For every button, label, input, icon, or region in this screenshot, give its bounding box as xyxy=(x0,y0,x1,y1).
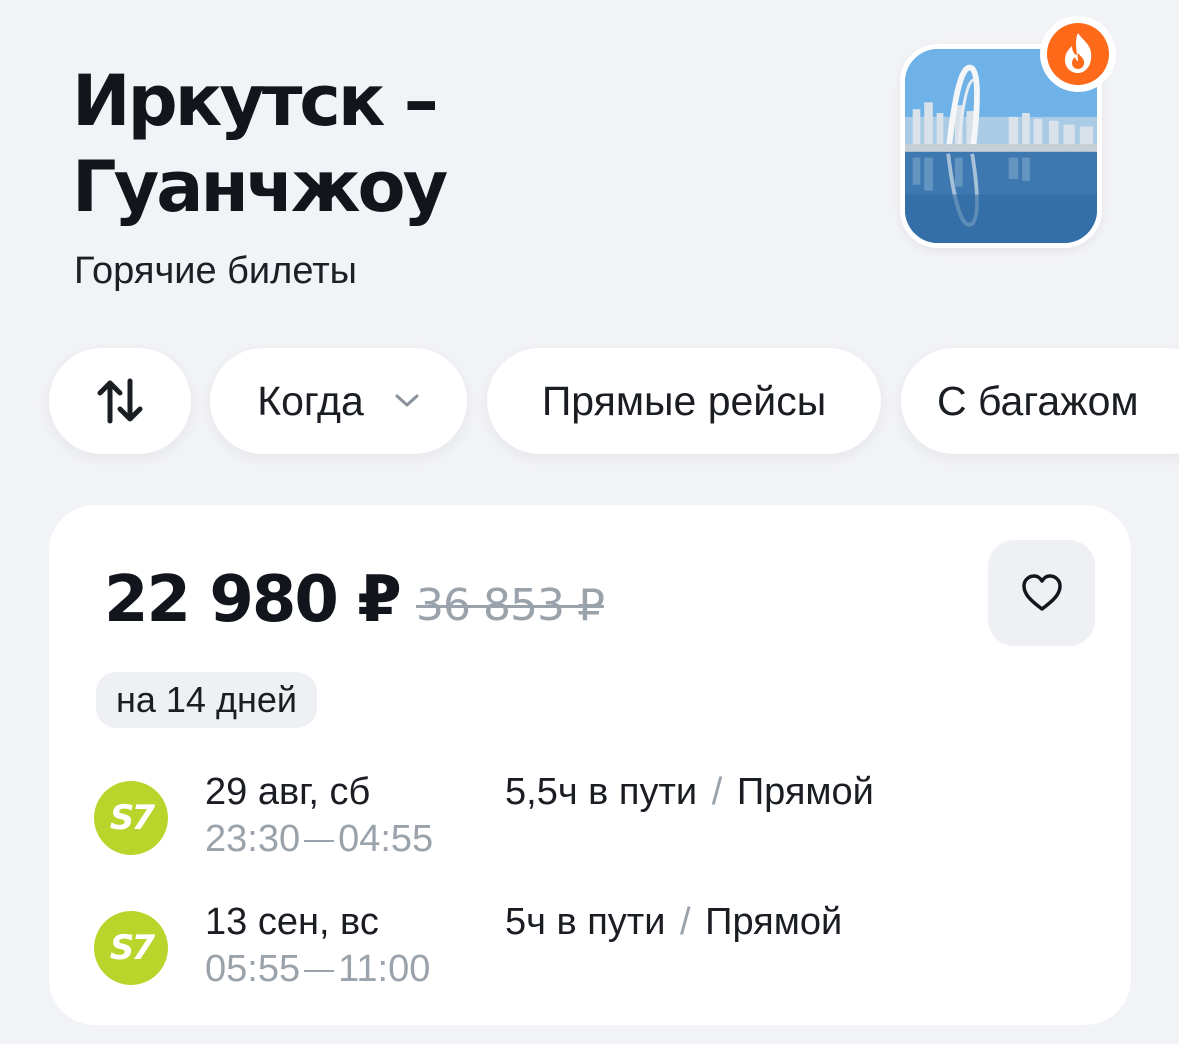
filter-bar: Когда Прямые рейсы С багажом xyxy=(0,348,1179,456)
title-destination: Гуанчжоу xyxy=(72,146,448,228)
depart-time: 05:55 xyxy=(205,948,301,990)
flight-date: 29 авг, сб xyxy=(205,771,371,813)
info-separator: / xyxy=(680,901,691,943)
info-separator: / xyxy=(711,771,723,813)
page-title: Иркутск – Гуанчжоу xyxy=(72,58,448,230)
flight-info: 5ч в пути / Прямой xyxy=(505,901,842,944)
old-price: 36 853 ₽ xyxy=(416,580,605,631)
favorite-button[interactable] xyxy=(988,540,1095,646)
when-filter-chip[interactable]: Когда xyxy=(210,348,467,454)
flight-type: Прямой xyxy=(705,901,843,943)
baggage-chip[interactable]: С багажом xyxy=(901,348,1179,454)
direct-flights-chip[interactable]: Прямые рейсы xyxy=(487,348,881,454)
airline-logo: S7 xyxy=(94,781,168,855)
swap-direction-button[interactable] xyxy=(49,348,191,454)
chevron-down-icon xyxy=(395,394,419,407)
flight-date: 13 сен, вс xyxy=(205,901,379,943)
airline-logo: S7 xyxy=(94,911,168,985)
page-subtitle: Горячие билеты xyxy=(74,250,357,292)
depart-time: 23:30 xyxy=(205,818,301,860)
heart-icon xyxy=(1021,574,1062,611)
price: 22 980 ₽ xyxy=(104,563,402,637)
travel-time: 5,5ч в пути xyxy=(505,771,698,813)
flight-row-outbound: S7 29 авг, сб 23:30 04:55 5,5ч в пути / П… xyxy=(94,771,1094,881)
flight-type: Прямой xyxy=(736,771,874,813)
arrive-time: 11:00 xyxy=(338,948,431,990)
flight-times: 23:30 04:55 xyxy=(205,818,433,861)
destination-hero xyxy=(900,16,1116,248)
when-filter-label: Когда xyxy=(257,377,364,424)
offer-card[interactable]: 22 980 ₽ 36 853 ₽ на 14 дней S7 29 авг, … xyxy=(49,505,1131,1025)
arrive-time: 04:55 xyxy=(338,818,434,860)
swap-arrows-icon xyxy=(97,378,143,424)
travel-time: 5ч в пути xyxy=(505,901,666,943)
hot-badge xyxy=(1040,16,1116,92)
trip-duration-badge: на 14 дней xyxy=(96,672,317,728)
flight-times: 05:55 11:00 xyxy=(205,948,430,991)
flight-row-return: S7 13 сен, вс 05:55 11:00 5ч в пути / Пря… xyxy=(94,901,1094,1011)
title-origin: Иркутск – xyxy=(72,60,439,142)
fire-icon xyxy=(1047,23,1109,85)
flight-info: 5,5ч в пути / Прямой xyxy=(505,771,874,814)
